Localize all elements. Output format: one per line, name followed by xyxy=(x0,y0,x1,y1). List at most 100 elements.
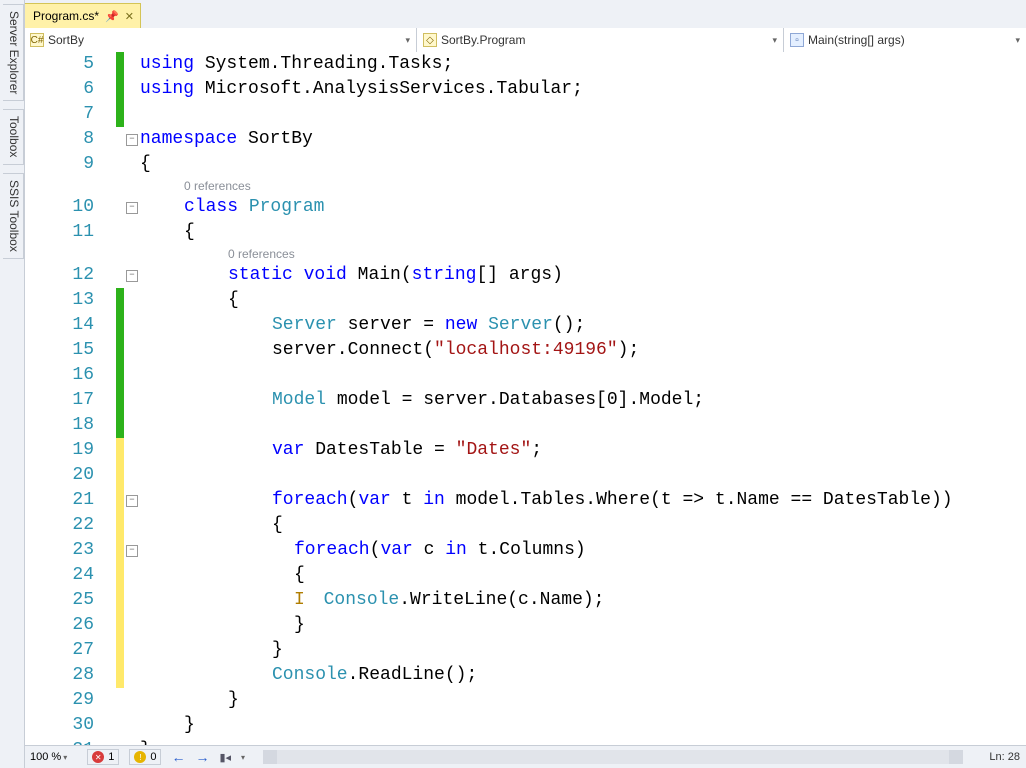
rail-ssis-toolbox[interactable]: SSIS Toolbox xyxy=(3,173,24,259)
change-tracker xyxy=(116,538,124,563)
line-number: 17 xyxy=(24,388,112,413)
code-line[interactable]: 24{ xyxy=(24,563,1026,588)
outline-slot: − xyxy=(124,202,140,214)
line-number: 29 xyxy=(24,688,112,713)
line-number: 14 xyxy=(24,313,112,338)
code-text[interactable]: { xyxy=(140,513,283,538)
fold-toggle-icon[interactable]: − xyxy=(126,134,138,146)
code-line[interactable]: 18 xyxy=(24,413,1026,438)
nav-member-combo[interactable]: ▫ Main(string[] args) ▾ xyxy=(784,28,1026,52)
h-scrollbar[interactable] xyxy=(263,750,963,764)
close-icon[interactable]: ✕ xyxy=(125,10,134,23)
code-text[interactable]: Server server = new Server(); xyxy=(140,313,585,338)
code-text[interactable]: } xyxy=(140,688,239,713)
nav-back-button[interactable]: ← xyxy=(171,749,185,765)
code-text[interactable]: foreach(var t in model.Tables.Where(t =>… xyxy=(140,488,953,513)
line-number: 18 xyxy=(24,413,112,438)
line-number: 10 xyxy=(24,195,112,220)
rail-server-explorer[interactable]: Server Explorer xyxy=(3,4,24,101)
code-line[interactable]: 5using System.Threading.Tasks; xyxy=(24,52,1026,77)
change-tracker xyxy=(116,363,124,388)
outline-slot: − xyxy=(124,495,140,507)
warning-count: 0 xyxy=(150,751,156,763)
nav-type-combo[interactable]: ◇ SortBy.Program ▾ xyxy=(417,28,784,52)
code-line[interactable]: 19var DatesTable = "Dates"; xyxy=(24,438,1026,463)
code-line[interactable]: 27} xyxy=(24,638,1026,663)
nav-forward-button[interactable]: → xyxy=(195,749,209,765)
change-tracker xyxy=(116,588,124,613)
toggle-suggestion-mode-icon[interactable]: ▮◂ xyxy=(219,751,231,764)
warning-count-chip[interactable]: ! 0 xyxy=(129,749,161,765)
change-tracker xyxy=(116,563,124,588)
code-line[interactable]: 13{ xyxy=(24,288,1026,313)
code-nav-bar: C# SortBy ▾ ◇ SortBy.Program ▾ ▫ Main(st… xyxy=(24,28,1026,53)
code-line[interactable]: 8−namespace SortBy xyxy=(24,127,1026,152)
code-line[interactable]: 16 xyxy=(24,363,1026,388)
code-line[interactable]: 28Console.ReadLine(); xyxy=(24,663,1026,688)
codelens[interactable]: .0 references xyxy=(24,245,1026,263)
code-line[interactable]: 10 −class Program xyxy=(24,195,1026,220)
line-number: 15 xyxy=(24,338,112,363)
change-tracker xyxy=(116,613,124,638)
code-text[interactable]: I Console.WriteLine(c.Name); xyxy=(140,588,604,613)
codelens[interactable]: .0 references xyxy=(24,177,1026,195)
change-tracker xyxy=(116,313,124,338)
zoom-combo[interactable]: 100 % ▾ xyxy=(30,751,77,763)
code-text[interactable]: class Program xyxy=(140,195,324,220)
fold-toggle-icon[interactable]: − xyxy=(126,545,138,557)
code-text[interactable]: { xyxy=(140,563,305,588)
code-line[interactable]: 20 xyxy=(24,463,1026,488)
code-line[interactable]: 9{ xyxy=(24,152,1026,177)
chevron-down-icon: ▾ xyxy=(241,753,245,762)
code-line[interactable]: 12−static void Main(string[] args) xyxy=(24,263,1026,288)
pin-icon[interactable]: 📌 xyxy=(105,10,119,23)
change-tracker xyxy=(116,288,124,313)
error-count-chip[interactable]: ✕ 1 xyxy=(87,749,119,765)
change-tracker xyxy=(116,52,124,77)
nav-project-combo[interactable]: C# SortBy ▾ xyxy=(24,28,417,52)
line-number: 27 xyxy=(24,638,112,663)
outline-slot: − xyxy=(124,270,140,282)
code-line[interactable]: 23−foreach(var c in t.Columns) xyxy=(24,538,1026,563)
code-text[interactable]: namespace SortBy xyxy=(140,127,313,152)
code-text[interactable]: static void Main(string[] args) xyxy=(140,263,563,288)
code-line[interactable]: 30} xyxy=(24,713,1026,738)
rail-toolbox[interactable]: Toolbox xyxy=(3,109,24,164)
code-text[interactable]: } xyxy=(140,638,283,663)
change-tracker xyxy=(116,463,124,488)
code-text[interactable]: } xyxy=(140,713,195,738)
code-line[interactable]: 14 Server server = new Server(); xyxy=(24,313,1026,338)
code-text[interactable]: using Microsoft.AnalysisServices.Tabular… xyxy=(140,77,583,102)
code-line[interactable]: 25I Console.WriteLine(c.Name); xyxy=(24,588,1026,613)
code-line[interactable]: 11 { xyxy=(24,220,1026,245)
text-cursor-icon: I xyxy=(294,588,302,613)
line-number: 9 xyxy=(24,152,112,177)
fold-toggle-icon[interactable]: − xyxy=(126,202,138,214)
code-line[interactable]: 17 Model model = server.Databases[0].Mode… xyxy=(24,388,1026,413)
code-line[interactable]: 26} xyxy=(24,613,1026,638)
line-number: 11 xyxy=(24,220,112,245)
outline-slot: − xyxy=(124,134,140,146)
line-number: 22 xyxy=(24,513,112,538)
fold-toggle-icon[interactable]: − xyxy=(126,270,138,282)
code-line[interactable]: 29} xyxy=(24,688,1026,713)
code-line[interactable]: 6using Microsoft.AnalysisServices.Tabula… xyxy=(24,77,1026,102)
code-text[interactable]: Model model = server.Databases[0].Model; xyxy=(140,388,704,413)
code-text[interactable]: { xyxy=(140,288,239,313)
code-text[interactable]: Console.ReadLine(); xyxy=(140,663,477,688)
code-line[interactable]: 7 xyxy=(24,102,1026,127)
code-text[interactable]: { xyxy=(140,152,151,177)
code-line[interactable]: 21−foreach(var t in model.Tables.Where(t… xyxy=(24,488,1026,513)
code-editor[interactable]: 5using System.Threading.Tasks;6using Mic… xyxy=(24,52,1026,746)
code-line[interactable]: 22 { xyxy=(24,513,1026,538)
document-tab-program[interactable]: Program.cs* 📌 ✕ xyxy=(24,3,141,28)
code-text[interactable]: foreach(var c in t.Columns) xyxy=(140,538,586,563)
code-text[interactable]: var DatesTable = "Dates"; xyxy=(140,438,542,463)
code-line[interactable]: 15 server.Connect("localhost:49196"); xyxy=(24,338,1026,363)
change-tracker xyxy=(116,263,124,288)
code-text[interactable]: using System.Threading.Tasks; xyxy=(140,52,453,77)
fold-toggle-icon[interactable]: − xyxy=(126,495,138,507)
code-text[interactable]: } xyxy=(140,613,305,638)
code-text[interactable]: { xyxy=(140,220,195,245)
code-text[interactable]: server.Connect("localhost:49196"); xyxy=(140,338,639,363)
